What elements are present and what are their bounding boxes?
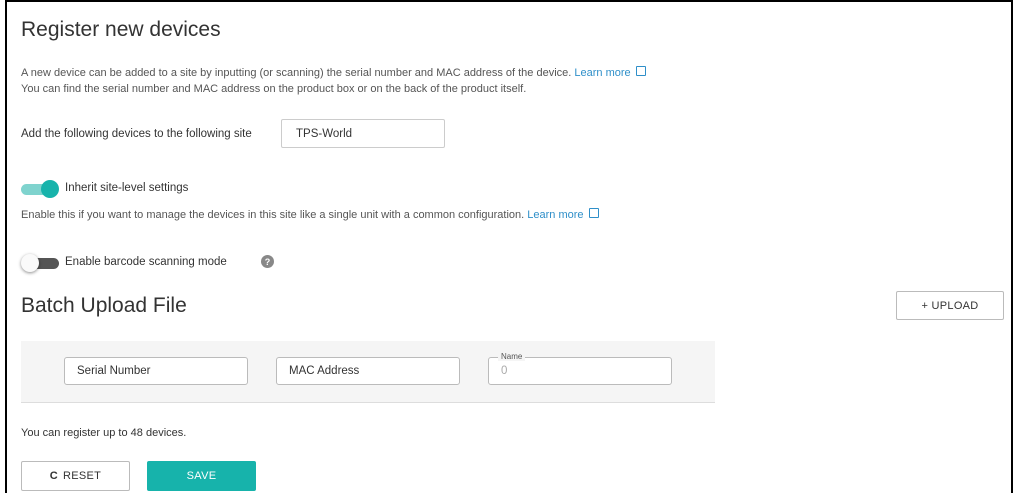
- site-input[interactable]: TPS-World: [281, 119, 445, 148]
- register-devices-panel: Register new devices A new device can be…: [5, 0, 1013, 493]
- inherit-toggle[interactable]: [21, 180, 59, 198]
- external-link-icon: [635, 66, 646, 76]
- page-title: Register new devices: [21, 18, 221, 41]
- description-line-1: A new device can be added to a site by i…: [21, 65, 646, 81]
- upload-button[interactable]: + UPLOAD: [896, 291, 1004, 320]
- serial-number-placeholder: Serial Number: [77, 365, 151, 377]
- reset-button[interactable]: C RESET: [21, 461, 130, 491]
- barcode-label: Enable barcode scanning mode: [65, 256, 227, 268]
- external-link-icon: [588, 208, 599, 218]
- device-limit-text: You can register up to 48 devices.: [21, 427, 187, 439]
- inherit-label: Inherit site-level settings: [65, 182, 189, 194]
- batch-upload-title: Batch Upload File: [21, 294, 187, 317]
- serial-number-input[interactable]: Serial Number: [64, 357, 248, 385]
- reset-label: RESET: [63, 470, 102, 482]
- inherit-learn-more-link[interactable]: Learn more: [527, 209, 583, 221]
- name-field[interactable]: Name 0: [488, 352, 672, 385]
- description-text: A new device can be added to a site by i…: [21, 67, 572, 79]
- site-value: TPS-World: [296, 127, 353, 140]
- inherit-description: Enable this if you want to manage the de…: [21, 207, 599, 223]
- learn-more-link[interactable]: Learn more: [574, 67, 630, 79]
- refresh-icon: C: [49, 470, 59, 482]
- name-field-value: 0: [501, 365, 508, 377]
- name-field-label: Name: [498, 352, 526, 361]
- device-row: Serial Number MAC Address Name 0: [21, 341, 715, 403]
- toggle-knob: [41, 180, 59, 198]
- mac-address-placeholder: MAC Address: [289, 365, 360, 377]
- toggle-knob: [21, 254, 39, 272]
- help-icon[interactable]: ?: [261, 255, 274, 268]
- save-button[interactable]: SAVE: [147, 461, 256, 491]
- site-label: Add the following devices to the followi…: [21, 128, 252, 140]
- description-line-2: You can find the serial number and MAC a…: [21, 83, 527, 95]
- inherit-description-text: Enable this if you want to manage the de…: [21, 209, 525, 221]
- mac-address-input[interactable]: MAC Address: [276, 357, 460, 385]
- barcode-toggle[interactable]: [21, 254, 59, 272]
